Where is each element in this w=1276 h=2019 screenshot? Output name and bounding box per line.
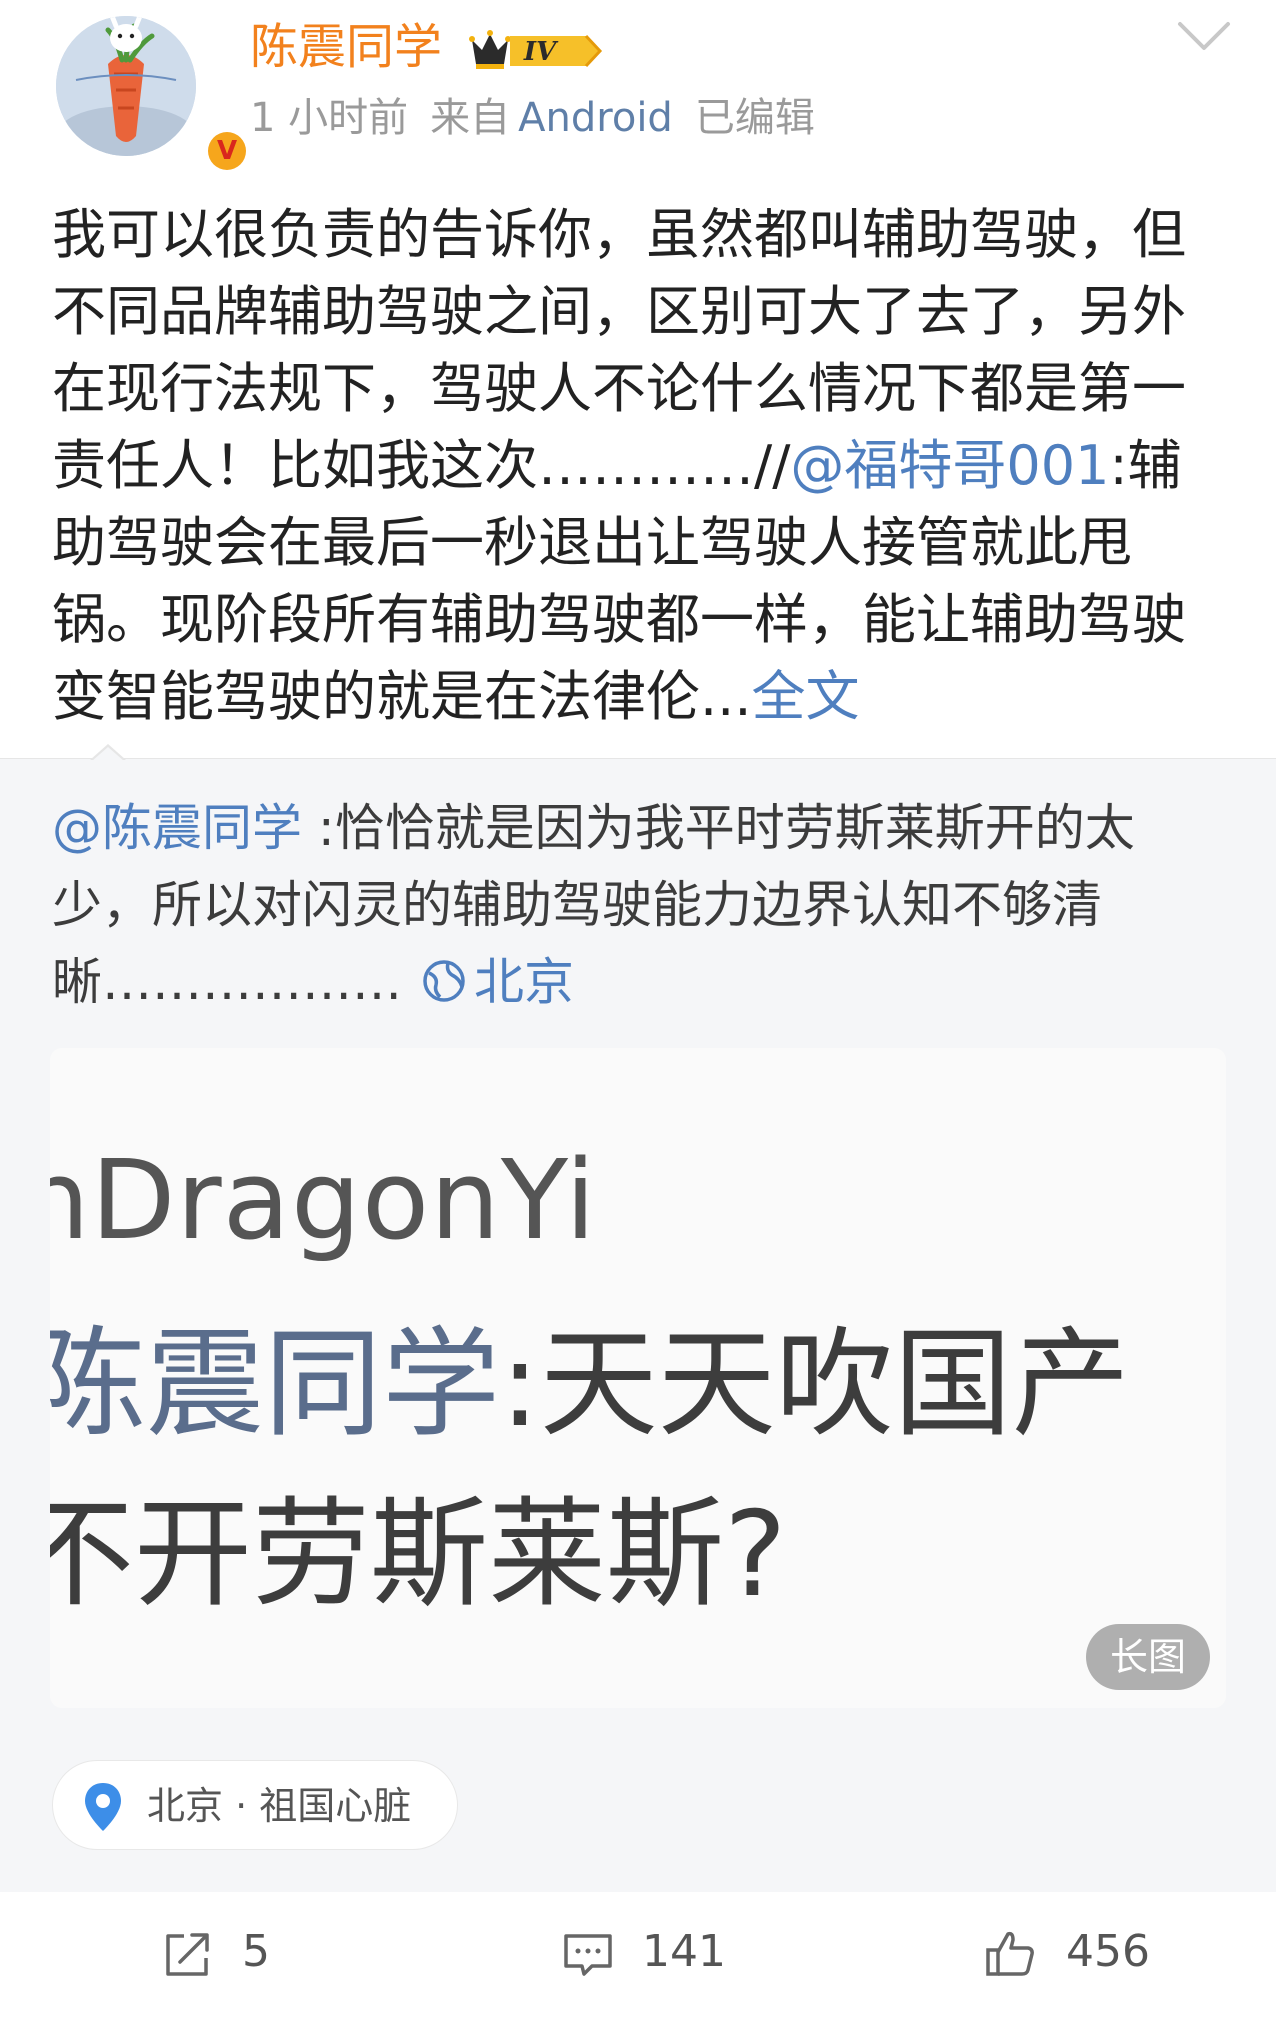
avatar[interactable]: V [56,16,250,174]
avatar-image [56,16,196,156]
image-text-line-3: 不开劳斯莱斯? [50,1485,787,1623]
full-text-link[interactable]: 全文 [752,665,860,728]
repost-mention-link[interactable]: @陈震同学 [52,799,302,857]
crown-level-badge-icon: IV [468,28,604,74]
weibo-post-page: V 陈震同学 IV 1 小时前 来自 Android 已编辑 我可以很负责的告诉… [0,0,1276,2019]
image-text-line-1: nDragonYi [50,1136,597,1264]
verified-badge: V [204,128,250,174]
location-pill[interactable]: 北京 · 祖国心脏 [52,1760,458,1850]
post-text: 我可以很负责的告诉你，虽然都叫辅助驾驶，但不同品牌辅助驾驶之间，区别可大了去了，… [52,196,1232,735]
image-text-name: 陈震同学 [50,1315,501,1453]
thumbs-up-icon [982,1926,1038,1982]
repost-location-link[interactable]: 北京 [402,953,574,1011]
like-count: 456 [1066,1926,1150,1977]
location-pin-icon [79,1781,127,1833]
comment-icon [560,1926,616,1982]
location-pill-text: 北京 · 祖国心脏 [147,1784,412,1828]
edited-label[interactable]: 已编辑 [695,95,815,141]
repost-count: 5 [242,1926,270,1977]
repost-pointer-fill [92,747,124,761]
comment-count: 141 [642,1926,726,1977]
level-text: IV [523,37,559,67]
long-image-tag: 长图 [1086,1624,1210,1690]
chevron-down-icon[interactable] [1176,14,1232,58]
attached-image[interactable]: nDragonYi 陈震同学:天天吹国产 不开劳斯莱斯? 长图 [50,1048,1226,1708]
verified-v-icon: V [208,132,246,170]
comment-button[interactable]: 141 [560,1892,820,2019]
username[interactable]: 陈震同学 [250,14,442,80]
image-text-line-2: 陈震同学:天天吹国产 [50,1288,1130,1459]
image-text-rest: :天天吹国产 [500,1315,1130,1453]
action-bar: 5 141 456 [0,1892,1276,2019]
like-button[interactable]: 456 [982,1892,1242,2019]
post-source: Android [518,95,673,141]
source-prefix: 来自 [430,95,511,141]
repost-button[interactable]: 5 [160,1892,420,2019]
post-time: 1 小时前 [250,95,409,141]
post-meta: 1 小时前 来自 Android 已编辑 [250,90,837,146]
share-icon [160,1926,216,1982]
repost-text: @陈震同学 :恰恰就是因为我平时劳斯莱斯开的太少，所以对闪灵的辅助驾驶能力边界认… [52,790,1232,1021]
repost-location-text: 北京 [474,953,574,1011]
mention-link[interactable]: @福特哥001 [790,434,1109,497]
post-header: V 陈震同学 IV 1 小时前 来自 Android 已编辑 [0,0,1276,174]
globe-icon [420,950,468,1002]
